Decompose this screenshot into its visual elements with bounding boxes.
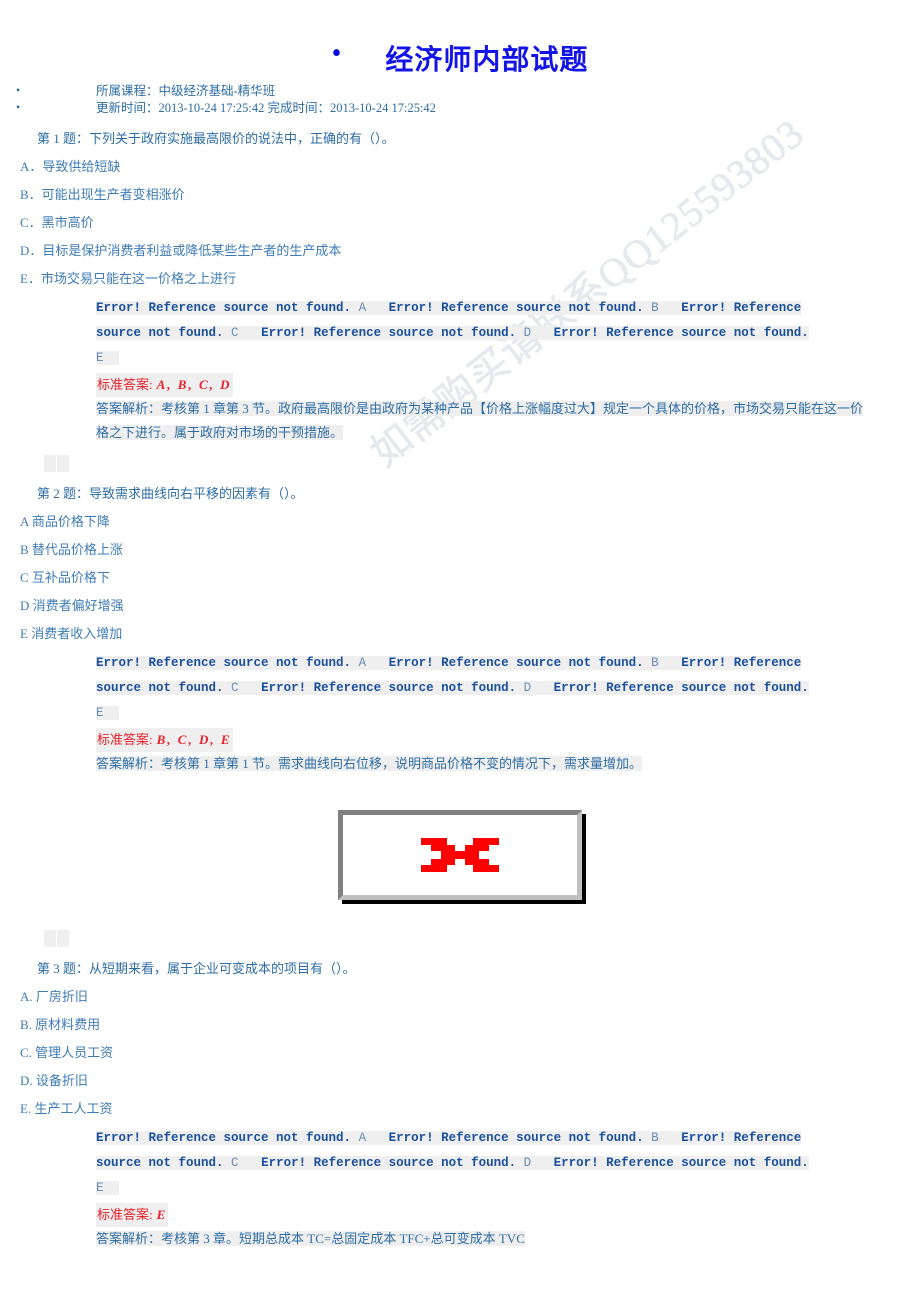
explanation-row-2: 答案解析：考核第 1 章第 1 节。需求曲线向右位移，说明商品价格不变的情况下，… bbox=[96, 752, 872, 776]
ref-error-3-b: Error! Reference source not found. B bbox=[388, 1131, 659, 1145]
explanation-text-1: 答案解析：考核第 1 章第 3 节。政府最高限价是由政府为某种产品【价格上涨幅度… bbox=[96, 401, 864, 440]
broken-image-icon bbox=[421, 838, 499, 872]
broken-image-container bbox=[0, 810, 920, 900]
ref-error-2-b: Error! Reference source not found. B bbox=[388, 656, 659, 670]
question-3-option-b[interactable]: B. 原材料费用 bbox=[0, 1011, 920, 1039]
question-2-option-b[interactable]: B 替代品价格上涨 bbox=[0, 536, 920, 564]
explanation-text-2: 答案解析：考核第 1 章第 1 节。需求曲线向右位移，说明商品价格不变的情况下，… bbox=[96, 756, 643, 771]
title-bullet-icon: • bbox=[331, 38, 342, 69]
question-1-option-a[interactable]: A．导致供给短缺 bbox=[0, 153, 920, 181]
standard-answer-row-2: 标准答案: B, C, D, E bbox=[96, 726, 880, 752]
explanation-text-3: 答案解析：考核第 3 章。短期总成本 TC=总固定成本 TFC+总可变成本 TV… bbox=[96, 1231, 525, 1246]
placeholder-box-2 bbox=[44, 930, 69, 947]
question-block-2: 第 2 题：导致需求曲线向右平移的因素有（）。 A 商品价格下降 B 替代品价格… bbox=[0, 480, 920, 947]
answer-area-1: Error! Reference source not found. A Err… bbox=[96, 293, 880, 445]
standard-answer-value-2: B, C, D, E bbox=[156, 732, 232, 747]
question-block-3: 第 3 题：从短期来看，属于企业可变成本的项目有（）。 A. 厂房折旧 B. 原… bbox=[0, 955, 920, 1251]
standard-answer-row-1: 标准答案: A, B, C, D bbox=[96, 371, 880, 397]
ref-error-3-a: Error! Reference source not found. A bbox=[96, 1131, 367, 1145]
standard-answer-row-3: 标准答案: E bbox=[96, 1201, 880, 1227]
ref-error-1-d: Error! Reference source not found. D bbox=[261, 326, 532, 340]
question-3-option-d[interactable]: D. 设备折旧 bbox=[0, 1067, 920, 1095]
question-stem-2: 第 2 题：导致需求曲线向右平移的因素有（）。 bbox=[37, 486, 304, 501]
question-1-option-c[interactable]: C．黑市高价 bbox=[0, 209, 920, 237]
reference-error-block-1: Error! Reference source not found. A Err… bbox=[96, 296, 836, 371]
bottom-spacer bbox=[0, 1251, 920, 1311]
broken-image-frame bbox=[338, 810, 582, 900]
question-stem-3: 第 3 题：从短期来看，属于企业可变成本的项目有（）。 bbox=[37, 961, 356, 976]
question-1-option-d[interactable]: D．目标是保护消费者利益或降低某些生产者的生产成本 bbox=[0, 237, 920, 265]
question-2-option-a[interactable]: A 商品价格下降 bbox=[0, 508, 920, 536]
explanation-row-1: 答案解析：考核第 1 章第 3 节。政府最高限价是由政府为某种产品【价格上涨幅度… bbox=[96, 397, 872, 445]
page-title-row: • 经济师内部试题 bbox=[0, 0, 920, 78]
question-block-1: 第 1 题：下列关于政府实施最高限价的说法中，正确的有（）。 A．导致供给短缺 … bbox=[0, 125, 920, 472]
question-1-option-b[interactable]: B．可能出现生产者变相涨价 bbox=[0, 181, 920, 209]
ref-error-3-d: Error! Reference source not found. D bbox=[261, 1156, 532, 1170]
standard-answer-label-2: 标准答案: bbox=[97, 732, 153, 747]
ref-error-2-d: Error! Reference source not found. D bbox=[261, 681, 532, 695]
reference-error-block-2: Error! Reference source not found. A Err… bbox=[96, 651, 836, 726]
question-3-option-c[interactable]: C. 管理人员工资 bbox=[0, 1039, 920, 1067]
question-2-option-d[interactable]: D 消费者偏好增强 bbox=[0, 592, 920, 620]
explanation-row-3: 答案解析：考核第 3 章。短期总成本 TC=总固定成本 TFC+总可变成本 TV… bbox=[96, 1227, 872, 1251]
answer-area-3: Error! Reference source not found. A Err… bbox=[96, 1123, 880, 1251]
document-content: • 经济师内部试题 所属课程：中级经济基础-精华班 更新时间：2013-10-2… bbox=[0, 0, 920, 1311]
question-3-option-a[interactable]: A. 厂房折旧 bbox=[0, 983, 920, 1011]
standard-answer-label-3: 标准答案: bbox=[97, 1207, 153, 1222]
reference-error-block-3: Error! Reference source not found. A Err… bbox=[96, 1126, 836, 1201]
question-1-option-e[interactable]: E．市场交易只能在这一价格之上进行 bbox=[0, 265, 920, 293]
placeholder-box-1 bbox=[44, 455, 69, 472]
question-3-option-e[interactable]: E. 生产工人工资 bbox=[0, 1095, 920, 1123]
meta-course-name: 所属课程：中级经济基础-精华班 bbox=[0, 82, 920, 100]
question-2-option-e[interactable]: E 消费者收入增加 bbox=[0, 620, 920, 648]
answer-area-2: Error! Reference source not found. A Err… bbox=[96, 648, 880, 776]
standard-answer-value-3: E bbox=[156, 1207, 168, 1222]
page-title: 经济师内部试题 bbox=[385, 44, 589, 75]
course-meta-list: 所属课程：中级经济基础-精华班 更新时间：2013-10-24 17:25:42… bbox=[0, 82, 920, 117]
question-stem-1: 第 1 题：下列关于政府实施最高限价的说法中，正确的有（）。 bbox=[37, 131, 395, 146]
standard-answer-label-1: 标准答案: bbox=[97, 377, 153, 392]
meta-timestamps: 更新时间：2013-10-24 17:25:42 完成时间：2013-10-24… bbox=[0, 99, 920, 117]
ref-error-1-a: Error! Reference source not found. A bbox=[96, 301, 367, 315]
question-2-option-c[interactable]: C 互补品价格下 bbox=[0, 564, 920, 592]
ref-error-2-a: Error! Reference source not found. A bbox=[96, 656, 367, 670]
document-page: 如需购买请联系QQ125593803 • 经济师内部试题 所属课程：中级经济基础… bbox=[0, 0, 920, 1302]
ref-error-1-b: Error! Reference source not found. B bbox=[388, 301, 659, 315]
standard-answer-value-1: A, B, C, D bbox=[156, 377, 232, 392]
